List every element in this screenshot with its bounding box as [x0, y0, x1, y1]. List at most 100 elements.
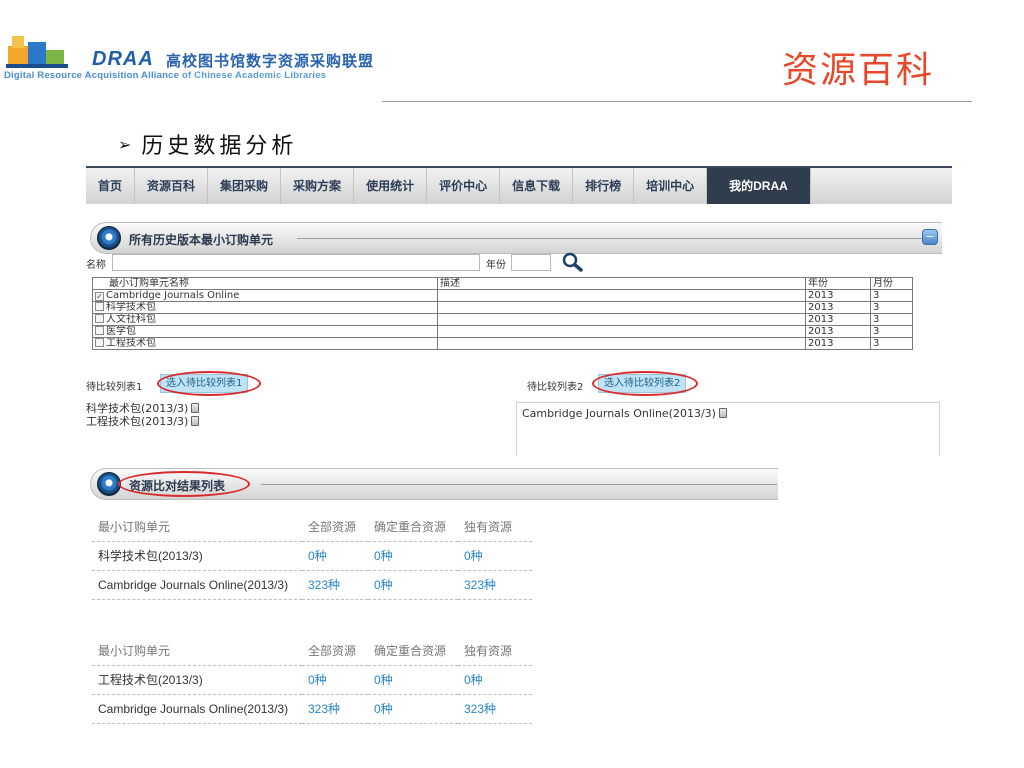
trash-icon[interactable]: [718, 408, 727, 418]
unit-year-cell: 2013: [805, 337, 871, 350]
year-input[interactable]: [511, 254, 551, 271]
row-checkbox[interactable]: [95, 326, 104, 335]
add-to-compare-list-1-button[interactable]: 选入待比较列表1: [160, 374, 249, 393]
comparison-result-table-2: 最小订购单元 全部资源 确定重合资源 独有资源 工程技术包(2013/3) 0种 0种 0种 C…: [92, 636, 532, 724]
table-row: 人文社科包 2013 3: [92, 313, 913, 326]
nav-item-3[interactable]: 集团采购: [208, 168, 282, 204]
orb-icon: [97, 226, 121, 250]
result-column-header: 全部资源: [302, 636, 368, 666]
compare-list-item: Cambridge Journals Online(2013/3): [522, 407, 939, 420]
column-header: 月份: [870, 277, 913, 290]
panel-divider: [297, 238, 927, 239]
result-column-header: 最小订购单元: [92, 512, 302, 542]
unit-year-cell: 2013: [805, 313, 871, 326]
unit-desc-cell: [437, 325, 806, 338]
resource-count-link[interactable]: 323种: [458, 570, 532, 600]
year-label: 年份: [486, 260, 506, 271]
resource-count-link[interactable]: 323种: [302, 570, 368, 600]
nav-item-6[interactable]: 评价中心: [427, 168, 501, 204]
resource-count-link[interactable]: 0种: [368, 541, 458, 571]
table-header-row: 最小订购单元名称 描述 年份 月份: [92, 277, 913, 290]
column-header: 描述: [437, 277, 806, 290]
resource-count-link[interactable]: 323种: [458, 694, 532, 724]
resource-count-link[interactable]: 0种: [368, 570, 458, 600]
trash-icon[interactable]: [191, 416, 200, 426]
arrow-bullet-icon: ➢: [118, 135, 136, 154]
draa-logo-icon: [6, 36, 68, 68]
compare-item-label: 工程技术包(2013/3): [86, 415, 189, 428]
unit-name-cell: ✓ Cambridge Journals Online: [92, 289, 438, 302]
result-row: 科学技术包(2013/3) 0种 0种 0种: [92, 541, 532, 571]
compare-item-label: 科学技术包(2013/3): [86, 402, 189, 415]
result-unit-name: Cambridge Journals Online(2013/3): [92, 570, 302, 600]
result-column-header: 最小订购单元: [92, 636, 302, 666]
brand-name: DRAA: [92, 48, 154, 70]
result-header-row: 最小订购单元 全部资源 确定重合资源 独有资源: [92, 636, 532, 666]
resource-count-link[interactable]: 0种: [302, 665, 368, 695]
resource-count-link[interactable]: 323种: [302, 694, 368, 724]
column-header: 年份: [805, 277, 871, 290]
unit-desc-cell: [437, 313, 806, 326]
nav-item-7[interactable]: 信息下载: [500, 168, 574, 204]
unit-desc-cell: [437, 301, 806, 314]
resource-count-link[interactable]: 0种: [458, 541, 532, 571]
unit-month-cell: 3: [870, 301, 913, 314]
nav-item-2[interactable]: 资源百科: [135, 168, 209, 204]
trash-icon[interactable]: [191, 403, 200, 413]
nav-item-4[interactable]: 采购方案: [281, 168, 355, 204]
resource-count-link[interactable]: 0种: [302, 541, 368, 571]
unit-month-cell: 3: [870, 313, 913, 326]
unit-desc-cell: [437, 337, 806, 350]
nav-item-1[interactable]: 首页: [86, 168, 136, 204]
header-divider: [382, 101, 972, 102]
unit-year-cell: 2013: [805, 289, 871, 302]
column-header-label: 描述: [440, 278, 460, 289]
resource-count-link[interactable]: 0种: [368, 665, 458, 695]
brand-english-prefix: Digital Resource Acquisition Alliance: [4, 70, 180, 81]
column-header: 最小订购单元名称: [92, 277, 438, 290]
nav-item-8[interactable]: 排行榜: [573, 168, 635, 204]
unit-name-cell: 人文社科包: [92, 313, 438, 326]
name-label: 名称: [86, 260, 106, 271]
magnifier-icon[interactable]: [560, 251, 584, 273]
result-column-header: 确定重合资源: [368, 636, 458, 666]
collapse-button[interactable]: −: [922, 229, 938, 245]
nav-item-10[interactable]: 我的DRAA: [707, 168, 811, 204]
table-row: 医学包 2013 3: [92, 325, 913, 338]
unit-month-cell: 3: [870, 337, 913, 350]
brand-english-name: Digital Resource Acquisition Alliance of…: [4, 70, 326, 81]
row-checkbox[interactable]: ✓: [95, 292, 104, 301]
row-checkbox[interactable]: [95, 302, 104, 311]
result-unit-name: 工程技术包(2013/3): [92, 665, 302, 695]
unit-name-cell: 工程技术包: [92, 337, 438, 350]
comparison-results-panel-header: 资源比对结果列表: [90, 468, 778, 500]
unit-year-cell: 2013: [805, 325, 871, 338]
brand-english-suffix: of Chinese Academic Libraries: [181, 70, 327, 81]
add-to-compare-list-2-button[interactable]: 选入待比较列表2: [598, 374, 687, 393]
orb-icon: [97, 472, 121, 496]
row-checkbox[interactable]: [95, 338, 104, 347]
result-unit-name: Cambridge Journals Online(2013/3): [92, 694, 302, 724]
compare-list-2-box: Cambridge Journals Online(2013/3): [516, 402, 940, 456]
unit-name: 科学技术包: [106, 302, 156, 313]
result-unit-name: 科学技术包(2013/3): [92, 541, 302, 571]
unit-name-cell: 医学包: [92, 325, 438, 338]
nav-item-9[interactable]: 培训中心: [634, 168, 708, 204]
unit-name: 工程技术包: [106, 338, 156, 349]
row-checkbox[interactable]: [95, 314, 104, 323]
nav-item-5[interactable]: 使用统计: [354, 168, 428, 204]
brand-chinese-name: 高校图书馆数字资源采购联盟: [166, 52, 375, 70]
table-row: ✓ Cambridge Journals Online 2013 3: [92, 289, 913, 302]
result-column-header: 独有资源: [458, 636, 532, 666]
unit-name-cell: 科学技术包: [92, 301, 438, 314]
resource-count-link[interactable]: 0种: [458, 665, 532, 695]
unit-desc-cell: [437, 289, 806, 302]
panel-title: 资源比对结果列表: [129, 479, 226, 493]
result-row: Cambridge Journals Online(2013/3) 323种 0种 3…: [92, 570, 532, 600]
result-header-row: 最小订购单元 全部资源 确定重合资源 独有资源: [92, 512, 532, 542]
column-header-label: 月份: [873, 278, 893, 289]
resource-count-link[interactable]: 0种: [368, 694, 458, 724]
name-input[interactable]: [112, 254, 480, 271]
unit-name: 人文社科包: [106, 314, 156, 325]
compare-list-item: 科学技术包(2013/3): [86, 402, 516, 415]
